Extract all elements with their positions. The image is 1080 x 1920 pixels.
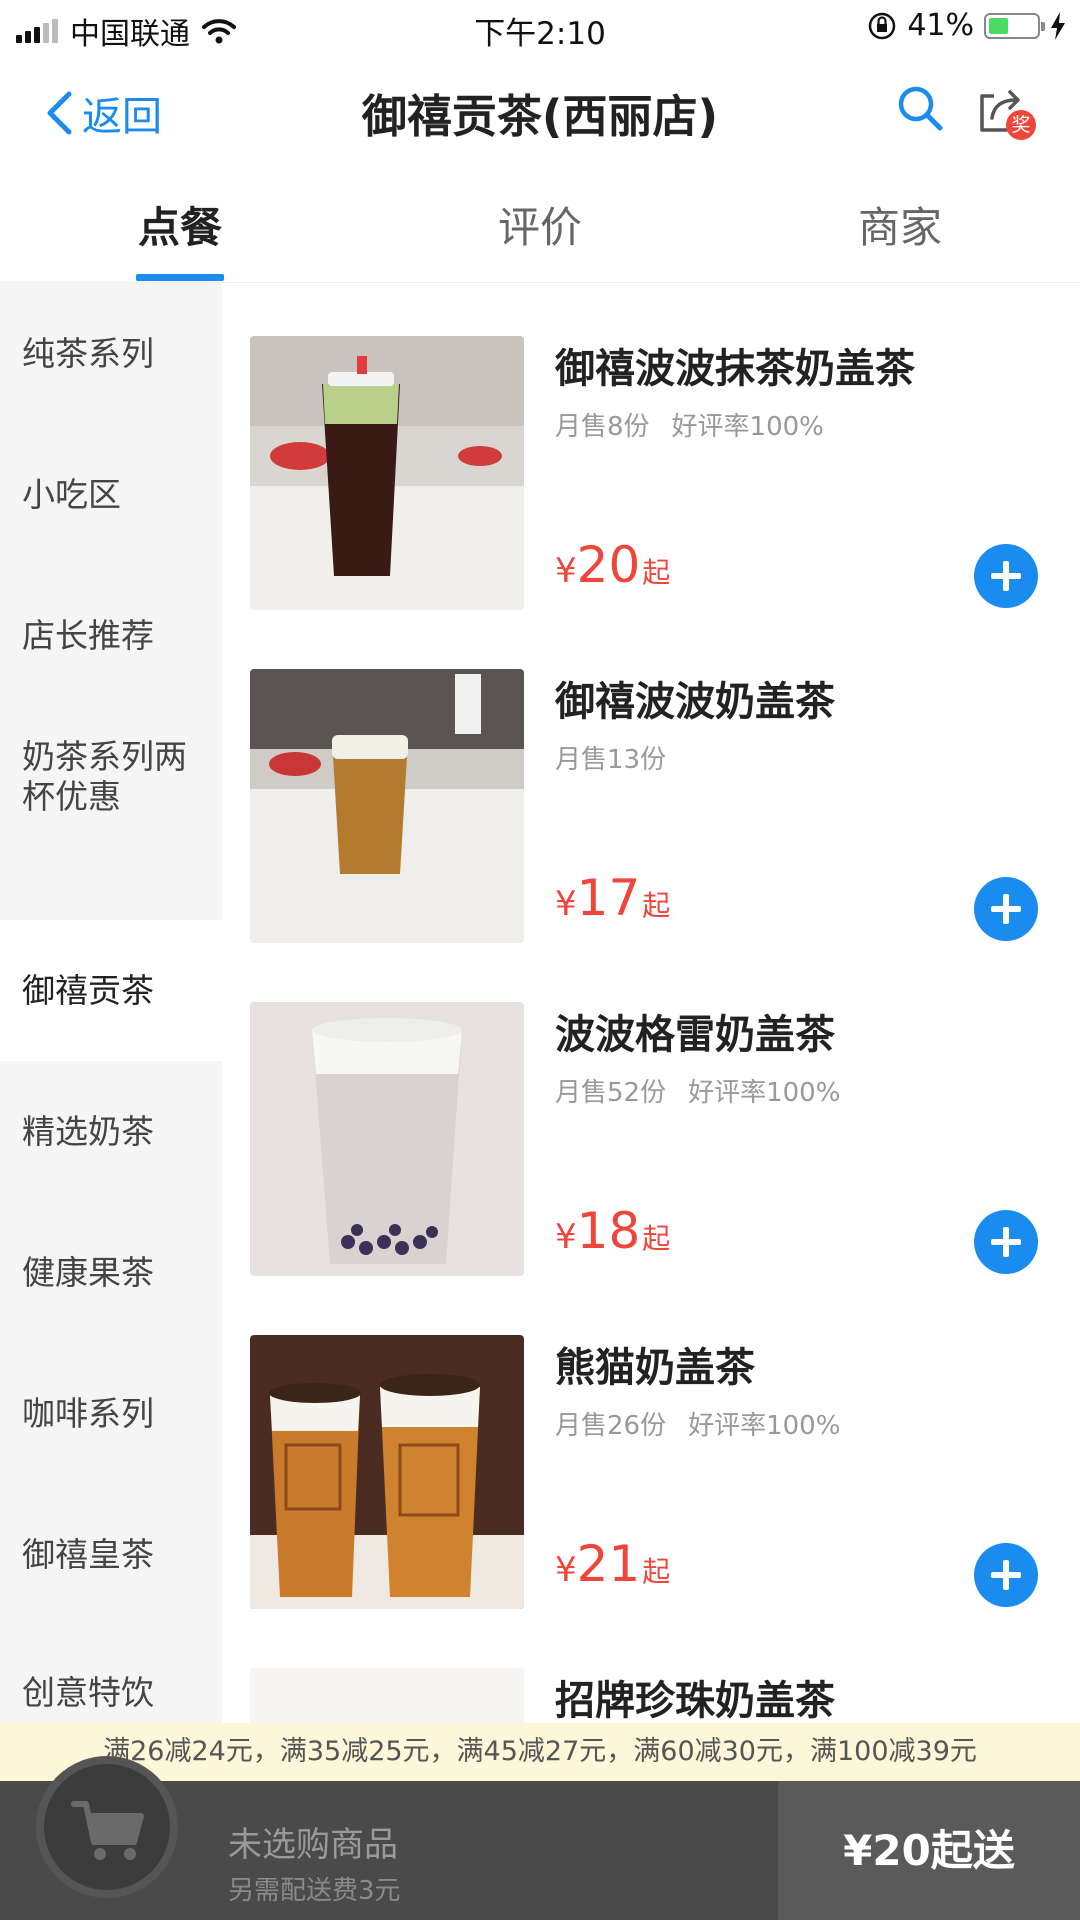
reward-badge: 奖 (1006, 110, 1036, 140)
category-label-line1: 奶茶系列两 (22, 736, 187, 776)
search-icon[interactable] (896, 84, 944, 132)
share-reward-button[interactable]: 奖 (974, 84, 1036, 140)
product-sales: 月售8份 (555, 412, 650, 442)
product-price: ¥20起 (555, 536, 670, 594)
category-item[interactable]: 奶茶系列两 杯优惠 (0, 706, 222, 847)
product-card[interactable]: 御禧波波抹茶奶盖茶 月售8份 好评率100% ¥20起 (250, 336, 1060, 610)
product-card[interactable]: 御禧波波奶盖茶 月售13份 ¥17起 (250, 669, 1060, 943)
add-to-cart-button[interactable] (974, 1543, 1038, 1607)
category-label: 小吃区 (22, 474, 121, 514)
product-stats: 月售8份 好评率100% (555, 406, 824, 443)
category-label: 御禧贡茶 (22, 970, 154, 1010)
product-image-matcha-tea[interactable] (250, 336, 524, 610)
product-price: ¥17起 (555, 869, 670, 927)
add-to-cart-button[interactable] (974, 1210, 1038, 1274)
add-to-cart-button[interactable] (974, 877, 1038, 941)
product-stats: 月售13份 (555, 739, 666, 776)
price-value: 18 (576, 1202, 641, 1260)
delivery-fee-text: 另需配送费3元 (228, 1876, 401, 1906)
price-value: 17 (576, 869, 641, 927)
product-card[interactable]: 波波格雷奶盖茶 月售52份 好评率100% ¥18起 (250, 1002, 1060, 1276)
category-item[interactable]: 纯茶系列 (0, 283, 222, 424)
product-name: 御禧波波奶盖茶 (555, 679, 835, 725)
charging-icon (1051, 11, 1065, 40)
category-item[interactable]: 精选奶茶 (0, 1061, 222, 1202)
battery-icon (984, 12, 1045, 39)
product-rating: 好评率100% (671, 412, 824, 442)
category-label: 纯茶系列 (22, 333, 154, 373)
product-stats: 月售26份 好评率100% (555, 1405, 840, 1442)
category-label: 御禧皇茶 (22, 1534, 154, 1574)
nav-bar: 返回 御禧贡茶(西丽店) 奖 (0, 54, 1080, 164)
add-to-cart-button[interactable] (974, 544, 1038, 608)
cart-empty-text: 未选购商品 (228, 1825, 398, 1865)
category-item[interactable]: 御禧皇茶 (0, 1484, 222, 1625)
category-label: 店长推荐 (22, 615, 154, 655)
price-suffix: 起 (642, 1555, 671, 1588)
category-item[interactable]: 咖啡系列 (0, 1343, 222, 1484)
product-card[interactable]: 招牌珍珠奶盖茶 (250, 1668, 1060, 1723)
tab-merchant[interactable]: 商家 (790, 194, 1010, 255)
product-name: 御禧波波抹茶奶盖茶 (555, 346, 915, 392)
product-stats: 月售52份 好评率100% (555, 1072, 840, 1109)
category-label: 健康果茶 (22, 1252, 154, 1292)
product-sales: 月售13份 (555, 745, 667, 775)
product-image-panda-tea[interactable] (250, 1335, 524, 1609)
product-name: 熊猫奶盖茶 (555, 1345, 755, 1391)
category-item[interactable]: 小吃区 (0, 424, 222, 565)
category-sidebar: 纯茶系列 小吃区 店长推荐 奶茶系列两 杯优惠 御禧贡茶 精选奶茶 健康果茶 咖啡… (0, 283, 222, 1723)
currency-symbol: ¥ (555, 1217, 577, 1257)
currency-symbol: ¥ (555, 884, 577, 924)
tab-reviews[interactable]: 评价 (430, 194, 650, 255)
price-value: 21 (576, 1535, 641, 1593)
product-sales: 月售26份 (555, 1411, 667, 1441)
tab-bar: 点餐 评价 商家 (0, 164, 1080, 283)
category-label: 精选奶茶 (22, 1111, 154, 1151)
status-bar: 中国联通 下午2:10 41% (0, 0, 1080, 54)
category-label: 奶茶系列两 杯优惠 (22, 737, 187, 817)
product-image-earl-grey-tea[interactable] (250, 1002, 524, 1276)
min-order-button[interactable]: ¥20起送 (778, 1781, 1080, 1920)
product-price: ¥18起 (555, 1202, 670, 1260)
product-image-bobo-tea[interactable] (250, 669, 524, 943)
product-rating: 好评率100% (688, 1411, 841, 1441)
category-item[interactable]: 健康果茶 (0, 1202, 222, 1343)
category-label: 创意特饮 (22, 1673, 154, 1712)
currency-symbol: ¥ (555, 1550, 577, 1590)
category-label-line2: 杯优惠 (22, 776, 121, 816)
cart-button[interactable] (36, 1756, 178, 1898)
price-suffix: 起 (642, 1222, 671, 1255)
price-suffix: 起 (642, 556, 671, 589)
active-tab-indicator (136, 274, 224, 281)
battery-percent: 41% (907, 8, 974, 43)
product-name: 波波格雷奶盖茶 (555, 1012, 835, 1058)
category-item[interactable]: 创意特饮 (0, 1625, 222, 1723)
product-name: 招牌珍珠奶盖茶 (555, 1678, 835, 1723)
product-image-pearl-tea[interactable] (250, 1668, 524, 1723)
product-rating: 好评率100% (688, 1078, 841, 1108)
category-label: 咖啡系列 (22, 1393, 154, 1433)
product-price: ¥21起 (555, 1535, 670, 1593)
price-value: 20 (576, 536, 641, 594)
price-suffix: 起 (642, 889, 671, 922)
shopping-cart-icon (71, 1801, 144, 1860)
currency-symbol: ¥ (555, 551, 577, 591)
tab-order[interactable]: 点餐 (70, 194, 290, 255)
product-sales: 月售52份 (555, 1078, 667, 1108)
category-item-active[interactable]: 御禧贡茶 (0, 920, 222, 1061)
product-card[interactable]: 熊猫奶盖茶 月售26份 好评率100% ¥21起 (250, 1335, 1060, 1609)
rotation-lock-icon (869, 12, 896, 39)
category-item[interactable]: 店长推荐 (0, 565, 222, 706)
